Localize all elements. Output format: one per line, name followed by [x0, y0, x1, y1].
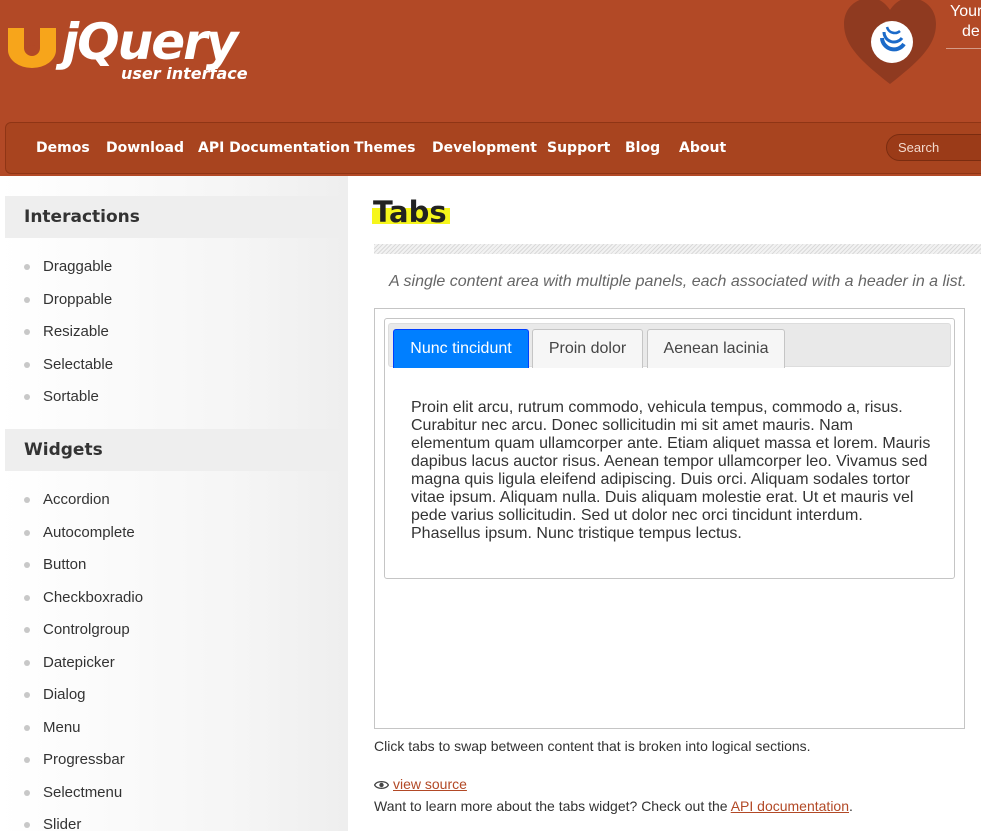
- sidebar-item-label[interactable]: Datepicker: [43, 653, 115, 673]
- heart-icon[interactable]: [842, 0, 938, 86]
- nav-support[interactable]: Support: [547, 139, 610, 157]
- nav-themes[interactable]: Themes: [354, 139, 415, 157]
- sidebar-item-label[interactable]: Resizable: [43, 322, 109, 342]
- donate-text[interactable]: Your de: [950, 2, 981, 42]
- sidebar-item-label[interactable]: Selectmenu: [43, 783, 122, 803]
- page-subtitle: A single content area with multiple pane…: [389, 273, 967, 290]
- sidebar-item-label[interactable]: Droppable: [43, 290, 112, 310]
- bullet-icon: [24, 595, 30, 601]
- nav-download[interactable]: Download: [106, 139, 184, 157]
- nav-development[interactable]: Development: [432, 139, 537, 157]
- bullet-icon: [24, 725, 30, 731]
- learn-suffix: .: [849, 798, 853, 814]
- site-header: jQuery user interface Your de Demos Down…: [0, 0, 981, 176]
- view-source-link[interactable]: view source: [374, 775, 467, 793]
- tab-proin-dolor[interactable]: Proin dolor: [532, 329, 643, 368]
- nav-blog[interactable]: Blog: [625, 139, 660, 157]
- logo-wordmark[interactable]: jQuery: [62, 14, 238, 70]
- sidebar-heading-interactions: Interactions: [5, 196, 348, 238]
- sidebar-item-label[interactable]: Controlgroup: [43, 620, 130, 640]
- donate-line-1: Your: [950, 3, 981, 20]
- donate-line-2: de: [962, 23, 980, 40]
- sidebar-heading-widgets: Widgets: [5, 429, 348, 471]
- tab-bar: Nunc tincidunt Proin dolor Aenean lacini…: [388, 323, 951, 368]
- sidebar-item-label[interactable]: Draggable: [43, 257, 112, 277]
- title-divider: [374, 244, 981, 254]
- bullet-icon: [24, 329, 30, 335]
- learn-prefix: Want to learn more about the tabs widget…: [374, 798, 731, 814]
- bullet-icon: [24, 790, 30, 796]
- demo-description: Click tabs to swap between content that …: [374, 738, 811, 754]
- donate-divider: [946, 48, 981, 49]
- bullet-icon: [24, 394, 30, 400]
- bullet-icon: [24, 530, 30, 536]
- main-nav: Demos Download API Documentation Themes …: [5, 122, 981, 174]
- sidebar-item-label[interactable]: Progressbar: [43, 750, 125, 770]
- page-title: Tabs: [372, 194, 450, 230]
- sidebar: Interactions Draggable Droppable Resizab…: [0, 176, 348, 833]
- nav-about[interactable]: About: [679, 139, 726, 157]
- sidebar-item-label[interactable]: Accordion: [43, 490, 110, 510]
- sidebar-item-label[interactable]: Autocomplete: [43, 523, 135, 543]
- tabs-widget: Nunc tincidunt Proin dolor Aenean lacini…: [384, 318, 955, 579]
- tab-panel-content: Proin elit arcu, rutrum commodo, vehicul…: [411, 399, 931, 542]
- logo-subtitle: user interface: [121, 64, 248, 83]
- tab-nunc-tincidunt[interactable]: Nunc tincidunt: [393, 329, 529, 368]
- tab-aenean-lacinia[interactable]: Aenean lacinia: [647, 329, 785, 368]
- bullet-icon: [24, 660, 30, 666]
- bullet-icon: [24, 627, 30, 633]
- sidebar-item-label[interactable]: Checkboxradio: [43, 588, 143, 608]
- sidebar-item-label[interactable]: Dialog: [43, 685, 86, 705]
- learn-more-text: Want to learn more about the tabs widget…: [374, 797, 853, 815]
- nav-demos[interactable]: Demos: [36, 139, 90, 157]
- bullet-icon: [24, 297, 30, 303]
- sidebar-item-label[interactable]: Menu: [43, 718, 81, 738]
- view-source-label: view source: [393, 776, 467, 792]
- page-title-text: Tabs: [372, 195, 450, 229]
- sidebar-item-label[interactable]: Sortable: [43, 387, 99, 407]
- nav-api-docs[interactable]: API Documentation: [198, 139, 350, 157]
- sidebar-item-label[interactable]: Slider: [43, 815, 81, 835]
- eye-icon: [374, 780, 389, 790]
- bullet-icon: [24, 822, 30, 828]
- bullet-icon: [24, 757, 30, 763]
- sidebar-item-label[interactable]: Button: [43, 555, 86, 575]
- bullet-icon: [24, 264, 30, 270]
- bullet-icon: [24, 692, 30, 698]
- jquery-ui-logo-icon[interactable]: [6, 24, 58, 70]
- search-input[interactable]: [886, 134, 981, 161]
- bullet-icon: [24, 497, 30, 503]
- api-documentation-link[interactable]: API documentation: [731, 798, 849, 814]
- bullet-icon: [24, 562, 30, 568]
- sidebar-item-label[interactable]: Selectable: [43, 355, 113, 375]
- bullet-icon: [24, 362, 30, 368]
